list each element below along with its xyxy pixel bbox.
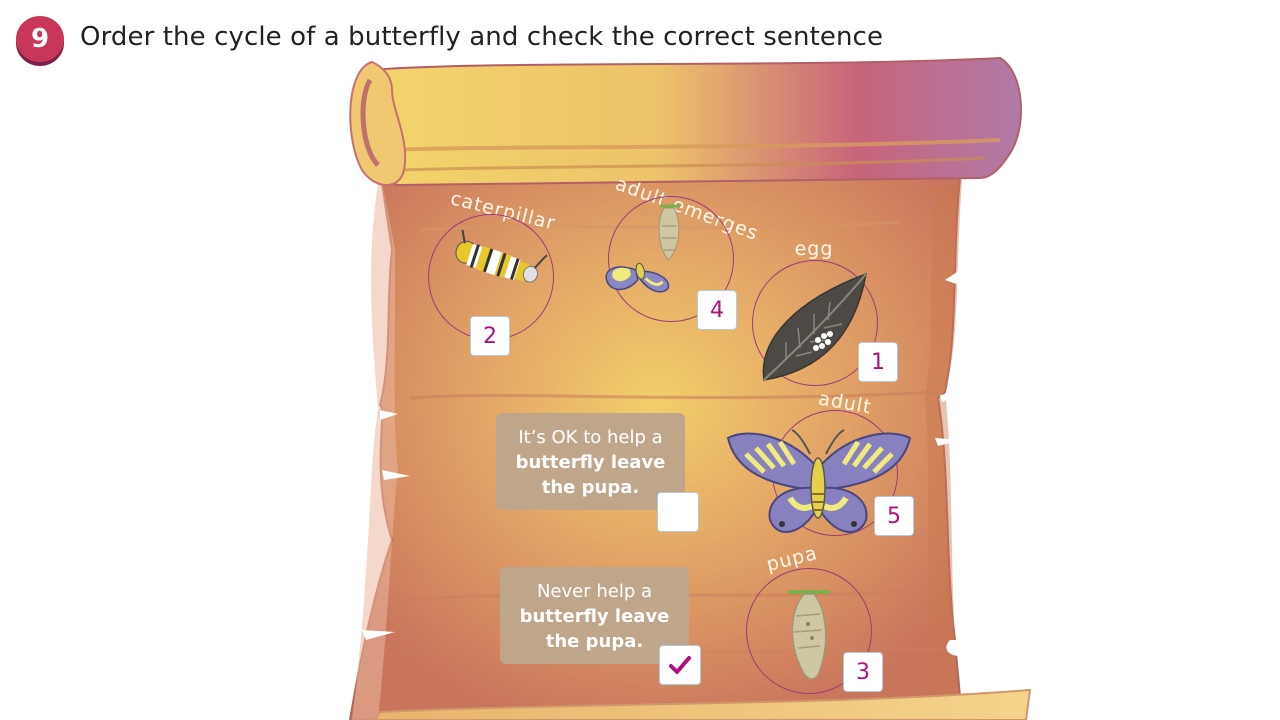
order-input-egg[interactable]: 1 bbox=[858, 342, 898, 382]
order-input-adult-emerges[interactable]: 4 bbox=[697, 290, 737, 330]
order-input-adult[interactable]: 5 bbox=[874, 496, 914, 536]
sentence-2-text-light: Never help a bbox=[536, 581, 653, 602]
checkmark-icon bbox=[669, 656, 691, 674]
sentence-2-checkbox[interactable] bbox=[659, 645, 701, 685]
sentence-1-text-light: It’s OK to help a bbox=[518, 427, 663, 448]
order-input-caterpillar[interactable]: 2 bbox=[470, 316, 510, 356]
emerging-butterfly-icon bbox=[605, 204, 680, 293]
sentence-1-checkbox[interactable] bbox=[657, 492, 699, 532]
leaf-with-eggs-icon bbox=[762, 272, 867, 381]
sentence-2-text-bold-1: butterfly leave bbox=[519, 606, 670, 627]
sentence-1-text-bold-1: butterfly leave bbox=[515, 452, 666, 473]
caterpillar-icon bbox=[455, 230, 548, 283]
order-input-pupa[interactable]: 3 bbox=[843, 652, 883, 692]
chrysalis-icon bbox=[788, 590, 830, 680]
stage-label-egg: egg bbox=[794, 238, 834, 260]
